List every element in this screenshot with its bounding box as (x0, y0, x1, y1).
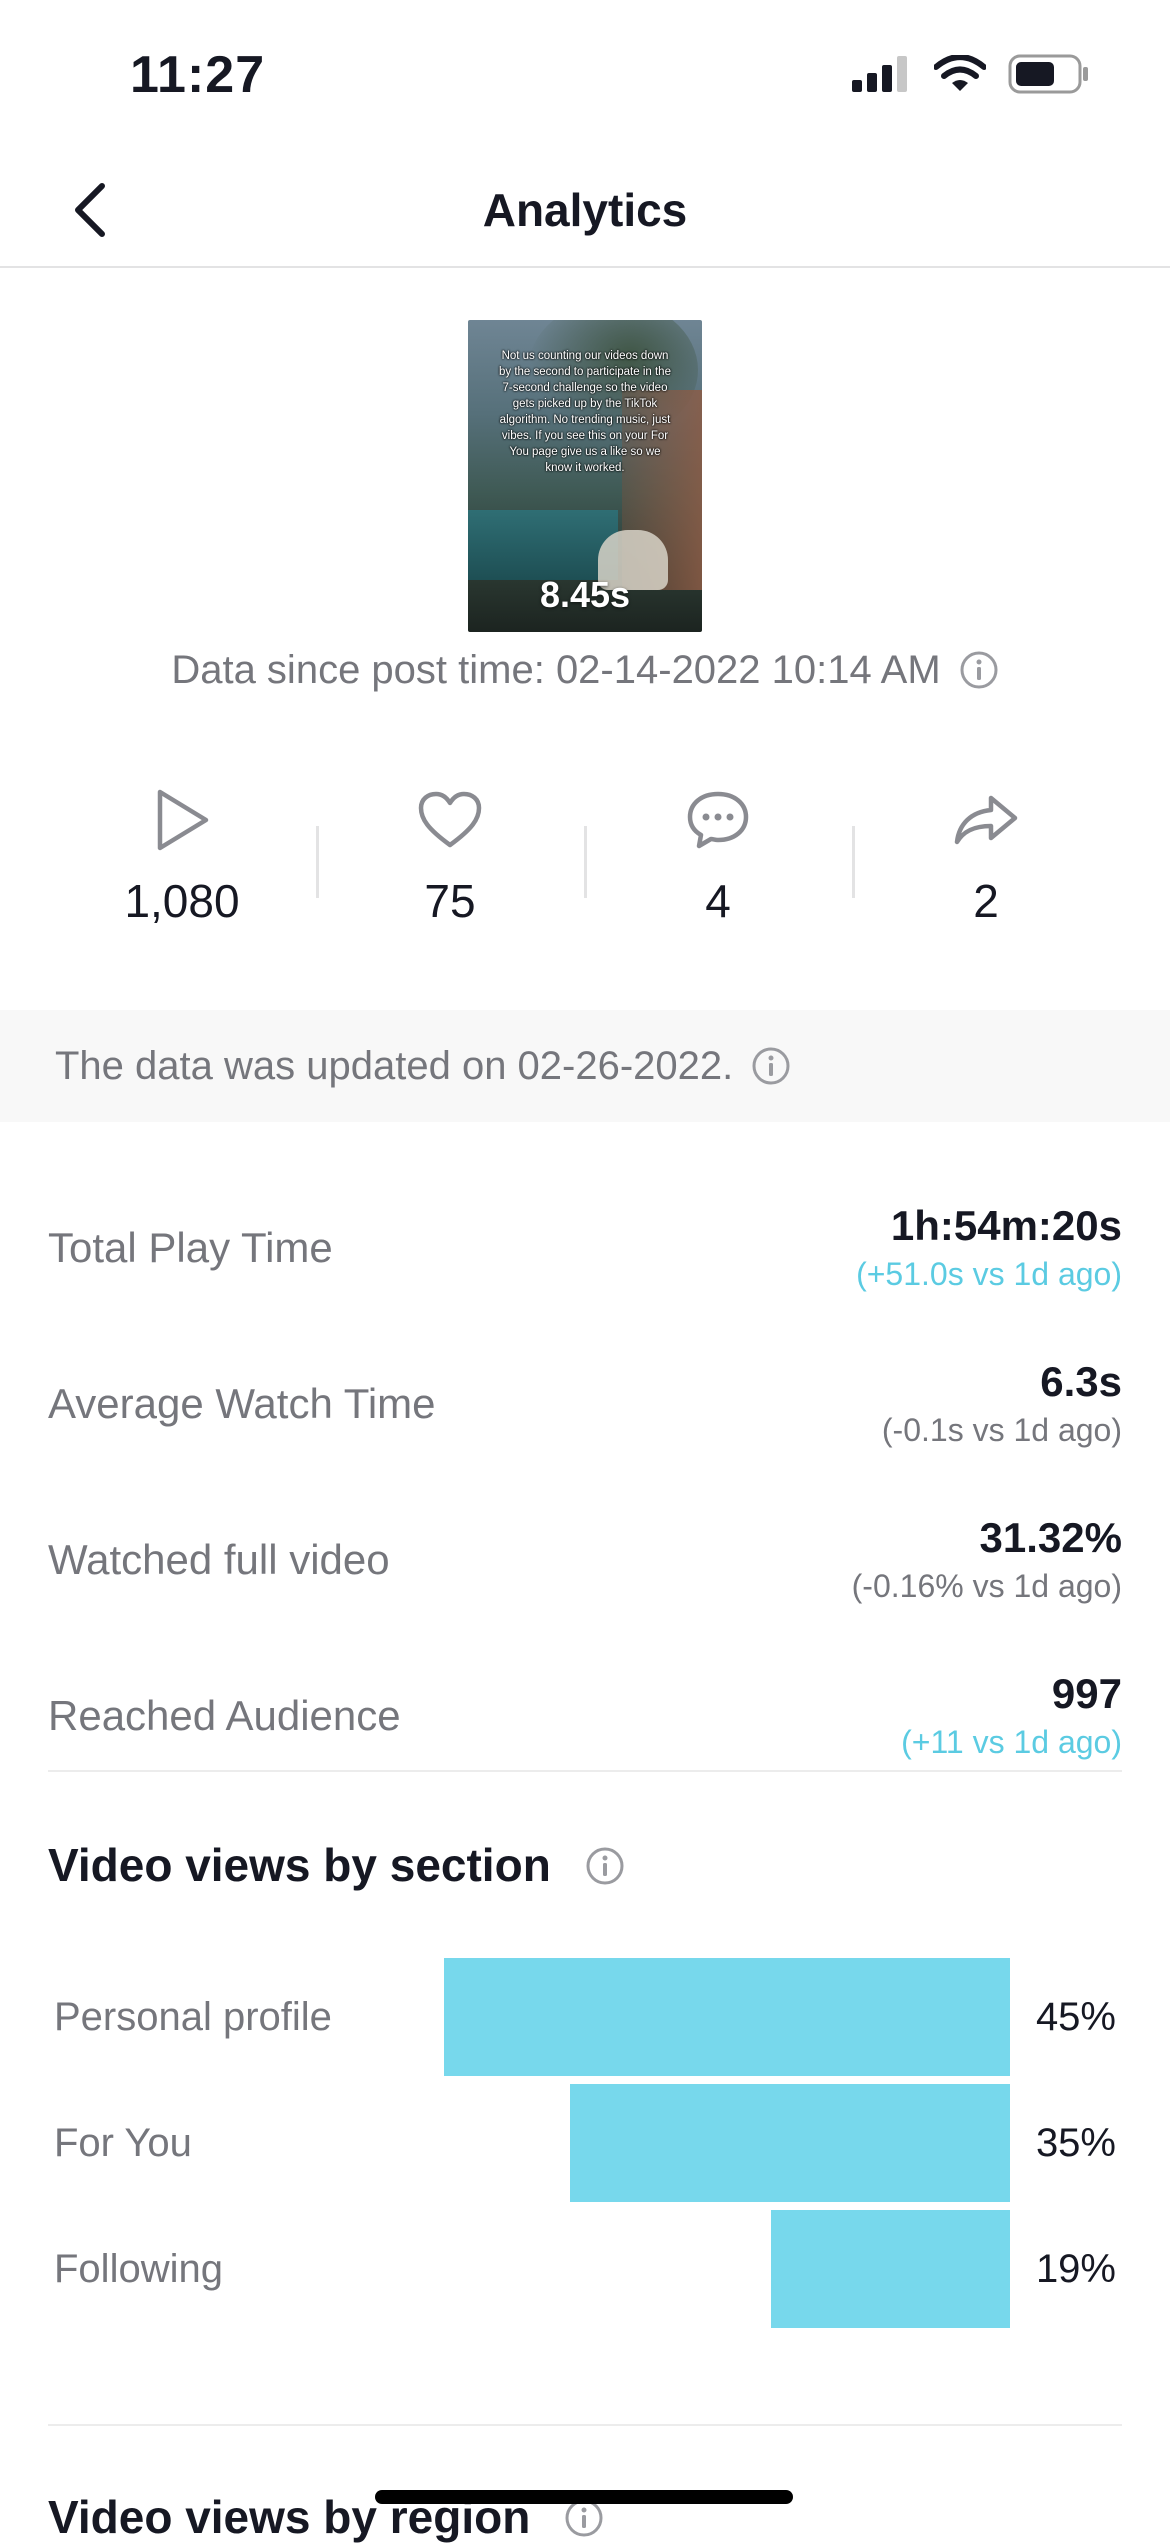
metric-delta: (-0.1s vs 1d ago) (881, 1412, 1122, 1448)
metric-label: Reached Audience (48, 1692, 401, 1739)
heart-icon (414, 784, 486, 856)
engagement-stats: 1,080 75 4 2 (48, 780, 1120, 940)
nav-bar: Analytics (0, 150, 1170, 268)
metric-value: 31.32% (979, 1514, 1122, 1561)
metric-value: 6.3s (1040, 1358, 1122, 1405)
bar-row: For You 35% (48, 2084, 1122, 2202)
metrics-list: Total Play Time 1h:54m:20s (+51.0s vs 1d… (48, 1170, 1122, 1794)
bar-value-label: 19% (1035, 2247, 1116, 2291)
views-by-section-chart: Personal profile 45% For You 35% Following 19… (48, 1958, 1122, 2338)
metric-average-watch-time: Average Watch Time 6.3s (-0.1s vs 1d ago… (48, 1326, 1122, 1482)
section-title-text: Video views by section (48, 1839, 551, 1891)
stat-value: 75 (424, 875, 476, 927)
bar-label: Personal profile (54, 1995, 332, 2039)
stat-likes: 75 (316, 780, 584, 940)
post-time: Data since post time: 02-14-2022 10:14 A… (0, 640, 1170, 700)
stat-value: 2 (973, 875, 999, 927)
divider (48, 1770, 1122, 1772)
stat-value: 1,080 (124, 875, 240, 927)
bar (444, 1958, 1010, 2076)
info-icon[interactable] (751, 1046, 791, 1086)
metric-label: Total Play Time (48, 1224, 333, 1271)
stat-comments: 4 (584, 780, 852, 940)
metric-value: 1h:54m:20s (890, 1202, 1122, 1249)
battery-icon (1008, 54, 1090, 99)
metric-delta: (+51.0s vs 1d ago) (856, 1256, 1122, 1292)
bar-row: Following 19% (48, 2210, 1122, 2328)
stat-views: 1,080 (48, 780, 316, 940)
metric-delta: (-0.16% vs 1d ago) (851, 1568, 1122, 1604)
video-duration: 8.45s (539, 574, 631, 615)
section-views-title: Video views by section (48, 1838, 625, 1892)
metric-value: 997 (1051, 1670, 1122, 1717)
home-indicator[interactable] (375, 2490, 793, 2504)
info-icon[interactable] (585, 1845, 625, 1885)
post-time-label: Data since post time: 02-14-2022 10:14 A… (171, 647, 941, 692)
bar (569, 2084, 1010, 2202)
share-icon (950, 784, 1022, 856)
metric-delta: (+11 vs 1d ago) (901, 1724, 1122, 1760)
bar-row: Personal profile 45% (48, 1958, 1122, 2076)
metric-total-play-time: Total Play Time 1h:54m:20s (+51.0s vs 1d… (48, 1170, 1122, 1326)
bar-value-label: 35% (1035, 2121, 1116, 2165)
status-time: 11:27 (130, 46, 266, 104)
stat-shares: 2 (852, 780, 1120, 940)
bar (771, 2210, 1010, 2328)
video-caption: Not us counting our videos down by the s… (499, 350, 671, 474)
info-icon[interactable] (959, 650, 999, 690)
video-thumbnail[interactable]: Not us counting our videos down by the s… (468, 320, 702, 632)
play-icon (146, 784, 218, 856)
data-updated-banner: The data was updated on 02-26-2022. (0, 1010, 1170, 1122)
metric-label: Average Watch Time (48, 1380, 436, 1427)
divider (48, 2424, 1122, 2426)
stat-value: 4 (705, 875, 731, 927)
status-bar: 11:27 (0, 0, 1170, 150)
bar-label: For You (54, 2121, 192, 2165)
comment-icon (682, 784, 754, 856)
cellular-signal-icon (852, 55, 912, 97)
bar-label: Following (54, 2247, 223, 2291)
metric-label: Watched full video (48, 1536, 390, 1583)
metric-watched-full-video: Watched full video 31.32% (-0.16% vs 1d … (48, 1482, 1122, 1638)
status-icons (852, 52, 1090, 100)
bar-value-label: 45% (1035, 1995, 1116, 2039)
wifi-icon (933, 53, 987, 98)
page-title: Analytics (482, 184, 688, 236)
data-updated-text: The data was updated on 02-26-2022. (55, 1043, 734, 1088)
